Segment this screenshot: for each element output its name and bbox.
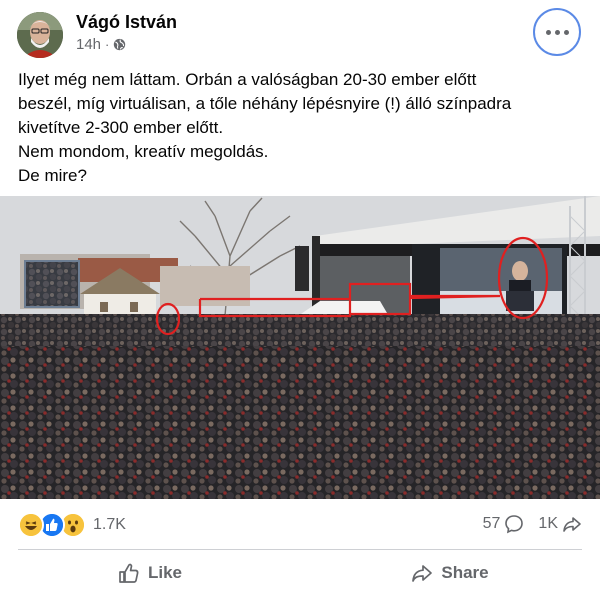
thumbs-up-icon: [119, 563, 139, 583]
post-text: Ilyet még nem láttam. Orbán a valóságban…: [18, 68, 588, 188]
actions-divider: [18, 549, 582, 550]
reactions-count[interactable]: 1.7K: [93, 516, 126, 534]
post-photo[interactable]: [0, 196, 600, 499]
like-label: Like: [147, 562, 183, 582]
more-dot: [563, 29, 569, 35]
share-label: Share: [441, 562, 489, 582]
post-text-line: Nem mondom, kreatív megoldás.: [18, 142, 269, 161]
post-text-line: Ilyet még nem láttam. Orbán a valóságban…: [18, 70, 477, 89]
more-dot: [554, 29, 560, 35]
shares-count: 1K: [538, 515, 558, 532]
reactions-summary[interactable]: 1.7K: [18, 512, 126, 538]
meta-separator: ·: [105, 37, 110, 52]
share-icon: [412, 564, 433, 582]
author-avatar[interactable]: [17, 12, 63, 58]
post-text-line: kivetítve 2-300 ember előtt.: [18, 118, 224, 137]
post-text-line: De mire?: [18, 166, 87, 185]
haha-reaction-icon: [18, 512, 44, 538]
post-text-line: beszél, míg virtuálisan, a tőle néhány l…: [18, 94, 512, 113]
share-arrow-icon: [563, 517, 581, 532]
globe-icon[interactable]: [113, 38, 126, 51]
author-name[interactable]: Vágó István: [76, 12, 177, 33]
post-header: Vágó István 14h ·: [0, 0, 600, 64]
share-button[interactable]: Share: [300, 556, 600, 589]
comment-icon: [505, 515, 524, 534]
post-meta: 14h ·: [76, 36, 126, 53]
post-actions: Like Share: [0, 556, 600, 589]
more-options-icon: [545, 29, 551, 35]
comments-stat[interactable]: 57: [483, 514, 525, 534]
more-options-button[interactable]: [533, 8, 581, 56]
shares-stat[interactable]: 1K: [538, 514, 582, 534]
comments-count: 57: [482, 515, 501, 532]
post-time[interactable]: 14h: [76, 36, 101, 53]
engagement-stats: 57 1K: [483, 514, 582, 534]
like-button[interactable]: Like: [0, 556, 300, 589]
